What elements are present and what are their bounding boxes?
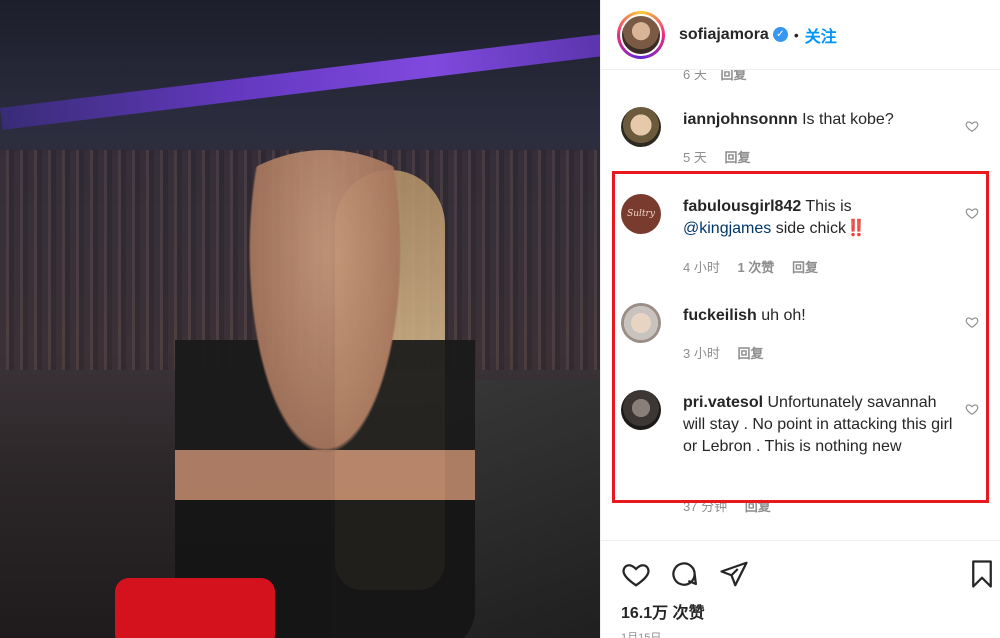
comment-meta: 3 小时 回复 bbox=[683, 343, 777, 362]
comments-list[interactable]: 6 天 回复 iannjohnsonnn Is that kobe? 5 天 回… bbox=[601, 70, 1000, 540]
heart-icon[interactable] bbox=[965, 402, 979, 416]
bookmark-icon[interactable] bbox=[967, 559, 997, 589]
comment-text: pri.vatesol Unfortunately savannah will … bbox=[683, 392, 958, 458]
partial-comment-meta: 6 天 回复 bbox=[683, 70, 746, 83]
comment-text: fabulousgirl842 This is @kingjames side … bbox=[683, 196, 958, 240]
follow-button[interactable]: 关注 bbox=[805, 23, 837, 47]
comment-meta: 37 分钟 回复 bbox=[683, 496, 785, 515]
comment-meta: 5 天 回复 bbox=[683, 147, 764, 166]
commenter-avatar[interactable] bbox=[621, 390, 661, 430]
commenter-username[interactable]: pri.vatesol bbox=[683, 394, 763, 411]
mention-link[interactable]: @kingjames bbox=[683, 220, 771, 237]
comment-bubble-icon[interactable] bbox=[669, 559, 699, 589]
reply-button[interactable]: 回复 bbox=[720, 70, 746, 82]
reply-button[interactable]: 回复 bbox=[724, 150, 750, 165]
subject-figure bbox=[175, 150, 475, 638]
comment-text: fuckeilish uh oh! bbox=[683, 305, 958, 327]
post-side-panel: sofiajamora ✓ • 关注 6 天 回复 iannjohnsonnn … bbox=[600, 0, 1000, 638]
reply-button[interactable]: 回复 bbox=[745, 499, 771, 514]
share-send-icon[interactable] bbox=[719, 559, 749, 589]
comment-time: 37 分钟 bbox=[683, 499, 728, 514]
commenter-username[interactable]: fabulousgirl842 bbox=[683, 198, 801, 215]
comment-time: 4 小时 bbox=[683, 260, 720, 275]
comment-likes-button[interactable]: 1 次赞 bbox=[737, 260, 774, 275]
post-header: sofiajamora ✓ • 关注 bbox=[601, 0, 1000, 70]
post-date: 1月15日 bbox=[621, 632, 662, 638]
heart-icon[interactable] bbox=[965, 315, 979, 329]
like-count[interactable]: 16.1万 次赞 bbox=[621, 599, 705, 623]
commenter-username[interactable]: iannjohnsonnn bbox=[683, 111, 798, 128]
comment-time: 3 小时 bbox=[683, 346, 720, 361]
comment-text: iannjohnsonnn Is that kobe? bbox=[683, 109, 958, 131]
comment-time: 6 天 bbox=[683, 70, 707, 82]
reply-button[interactable]: 回复 bbox=[792, 260, 818, 275]
comment-content: Is that kobe? bbox=[802, 111, 894, 128]
comment-meta: 4 小时 1 次赞 回复 bbox=[683, 257, 832, 276]
verified-badge-icon: ✓ bbox=[772, 27, 788, 42]
reply-button[interactable]: 回复 bbox=[737, 346, 763, 361]
red-handbag bbox=[115, 578, 275, 638]
commenter-avatar[interactable] bbox=[621, 303, 661, 343]
header-separator: • bbox=[793, 26, 799, 43]
commenter-username[interactable]: fuckeilish bbox=[683, 307, 757, 324]
post-actions-bar: 16.1万 次赞 1月15日 bbox=[601, 540, 1000, 638]
post-photo[interactable] bbox=[0, 0, 600, 638]
comment-content-rest: side chick‼️ bbox=[775, 220, 866, 237]
author-username[interactable]: sofiajamora bbox=[679, 26, 769, 44]
comment-content: uh oh! bbox=[761, 307, 806, 324]
commenter-avatar[interactable] bbox=[621, 107, 661, 147]
commenter-avatar[interactable]: Sultry bbox=[621, 194, 661, 234]
like-heart-icon[interactable] bbox=[621, 559, 651, 589]
heart-icon[interactable] bbox=[965, 206, 979, 220]
heart-icon[interactable] bbox=[965, 119, 979, 133]
comment-content: This is bbox=[805, 198, 852, 215]
author-avatar-image bbox=[620, 13, 662, 56]
comment-time: 5 天 bbox=[683, 150, 707, 165]
author-avatar[interactable] bbox=[617, 10, 665, 59]
arena-led-ribbon bbox=[0, 32, 600, 130]
